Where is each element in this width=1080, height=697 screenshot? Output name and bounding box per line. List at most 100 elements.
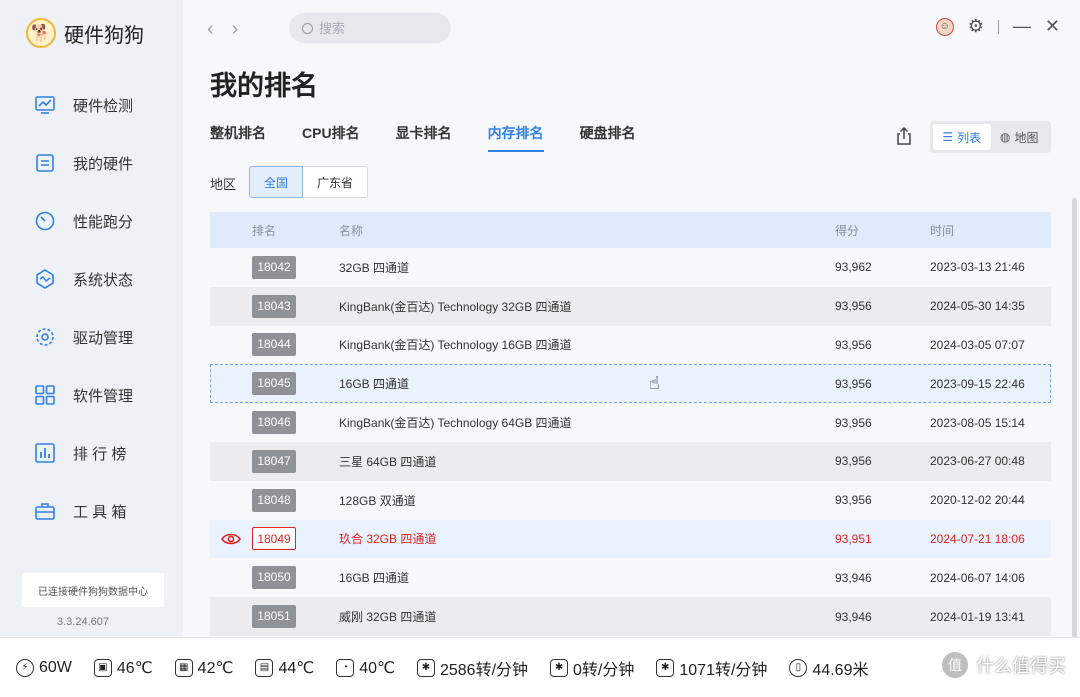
table-row[interactable]: 18046 KingBank(金百达) Technology 64GB 四通道 93… [210,403,1051,442]
close-icon[interactable]: ✕ [1045,16,1060,37]
cell-time: 2024-01-19 13:41 [930,609,1025,624]
motherboard-icon: ▦ [174,658,193,677]
tab-disk[interactable]: 硬盘排名 [580,123,636,152]
search-input[interactable] [319,20,439,36]
stat-board-temp: ▦ 42℃ [174,658,234,678]
sidebar-item-my-hardware[interactable]: 我的硬件 [0,134,183,192]
stat-value: 0转/分钟 [573,661,635,679]
search-box[interactable] [289,13,451,43]
rank-badge: 18045 [252,372,296,396]
region-label: 地区 [210,177,237,192]
stat-value: 44℃ [278,659,315,677]
settings-gear-icon[interactable]: ⚙ [968,16,984,37]
header-rank: 排名 [252,223,277,238]
pulse-icon [34,268,56,290]
rank-tabs: 整机排名 CPU排名 显卡排名 内存排名 硬盘排名 [210,123,636,152]
cell-score: 93,956 [835,299,872,314]
sidebar: 🐕 硬件狗狗 硬件检测 我的硬件 性能跑分 系统状态 驱动管理 软件管理 排 行… [0,0,183,637]
stat-value: 44.69米 [812,661,869,679]
apps-icon [34,384,56,406]
rank-badge: 18044 [252,333,296,357]
cell-time: 2024-05-30 14:35 [930,299,1025,314]
tab-cpu[interactable]: CPU排名 [302,123,360,152]
back-arrow-icon[interactable]: ‹ [207,18,214,41]
stat-cpu-temp: ▣ 46℃ [93,658,153,678]
stat-value: 46℃ [116,659,153,677]
tab-gpu[interactable]: 显卡排名 [396,123,452,152]
location-pin-icon [221,533,241,545]
app-name: 硬件狗狗 [64,24,144,47]
share-icon[interactable] [894,126,914,146]
tab-memory[interactable]: 内存排名 [487,123,544,152]
history-nav: ‹ › [207,18,238,41]
table-row[interactable]: 18042 32GB 四通道 93,962 2023-03-13 21:46 [210,248,1051,287]
table-row[interactable]: 18051 威刚 32GB 四通道 93,946 2024-01-19 13:41 [210,597,1051,636]
globe-icon: ◍ [1000,130,1011,144]
sidebar-item-system-status[interactable]: 系统状态 [0,250,183,308]
fan-icon: ✱ [656,658,675,677]
sidebar-item-label: 系统状态 [73,271,134,289]
view-map-label: 地图 [1014,130,1039,145]
sidebar-item-driver[interactable]: 驱动管理 [0,308,183,366]
brand: 🐕 硬件狗狗 [26,18,144,48]
sidebar-item-ranking[interactable]: 排 行 榜 [0,424,183,482]
tab-overall[interactable]: 整机排名 [210,123,266,152]
table-row[interactable]: 18047 三星 64GB 四通道 93,956 2023-06-27 00:48 [210,441,1051,481]
view-list-label: 列表 [957,130,982,145]
toolbox-icon [34,500,56,522]
status-bar: ⚡ 60W ▣ 46℃ ▦ 42℃ ▤ 44℃ ◔ 40℃ ✱ 2586转/分钟 ✱ 0转/分… [0,637,1080,697]
table-row[interactable]: 18045 16GB 四通道 93,956 2023-09-15 22:46 [210,364,1051,404]
cell-score: 93,962 [835,260,872,275]
avatar[interactable]: ☺ [935,17,954,36]
cell-name: 威刚 32GB 四通道 [339,610,437,625]
region-selector: 全国 广东省 [249,166,369,198]
mouse-icon: ▯ [789,658,808,677]
cell-time: 2024-07-21 18:06 [930,531,1025,546]
region-province-button[interactable]: 广东省 [303,166,369,198]
stat-power: ⚡ 60W [16,658,72,677]
table-row[interactable]: 18044 KingBank(金百达) Technology 16GB 四通道 93… [210,326,1051,365]
cell-score: 93,956 [835,337,872,352]
page-title: 我的排名 [210,71,318,101]
sidebar-item-benchmark[interactable]: 性能跑分 [0,192,183,250]
stat-fan2: ✱ 0转/分钟 [550,656,634,680]
cell-score: 93,956 [835,415,872,430]
rank-badge: 18048 [252,488,296,512]
stat-value: 2586转/分钟 [439,661,529,679]
cell-name: KingBank(金百达) Technology 32GB 四通道 [339,299,572,314]
sidebar-item-software[interactable]: 软件管理 [0,366,183,424]
cell-score: 93,956 [835,454,872,469]
view-map-button[interactable]: ◍ 地图 [991,124,1049,150]
forward-arrow-icon[interactable]: › [232,18,239,41]
sidebar-item-label: 排 行 榜 [73,445,127,463]
cell-score: 93,946 [835,609,872,624]
view-list-button[interactable]: ☰ 列表 [933,124,991,150]
table-row-mine[interactable]: 18049 玖合 32GB 四通道 93,951 2024-07-21 18:06 [210,519,1051,559]
scrollbar[interactable] [1072,198,1077,638]
table-header: 排名 名称 得分 时间 [210,212,1051,248]
main-panel: ‹ › ☺ ⚙ — ✕ 我的排名 整机排名 CPU排名 显卡排名 内存排名 硬盘… [183,0,1080,637]
sidebar-item-label: 硬件检测 [73,97,134,115]
stat-value: 42℃ [197,659,234,677]
sidebar-item-hardware-detect[interactable]: 硬件检测 [0,76,183,134]
cell-time: 2024-03-05 07:07 [930,337,1025,352]
gauge-icon [34,210,56,232]
minimize-icon[interactable]: — [1013,16,1031,37]
cell-name: KingBank(金百达) Technology 64GB 四通道 [339,416,572,431]
chip-icon [34,152,56,174]
sidebar-item-toolbox[interactable]: 工 具 箱 [0,482,183,540]
cell-score: 93,951 [835,531,872,546]
table-row[interactable]: 18048 128GB 双通道 93,956 2020-12-02 20:44 [210,481,1051,520]
chart-icon [34,442,56,464]
region-national-button[interactable]: 全国 [249,166,304,198]
table-row[interactable]: 18050 16GB 四通道 93,946 2024-06-07 14:06 [210,558,1051,597]
version-label: 3.3.24.607 [57,616,109,628]
sidebar-item-label: 软件管理 [73,387,134,405]
table-row[interactable]: 18043 KingBank(金百达) Technology 32GB 四通道 93… [210,286,1051,326]
monitor-icon [34,94,56,116]
cell-score: 93,956 [835,376,872,391]
gpu-icon: ▤ [255,658,274,677]
power-icon: ⚡ [16,658,34,677]
cell-name: KingBank(金百达) Technology 16GB 四通道 [339,338,572,353]
stat-value: 40℃ [359,659,395,677]
